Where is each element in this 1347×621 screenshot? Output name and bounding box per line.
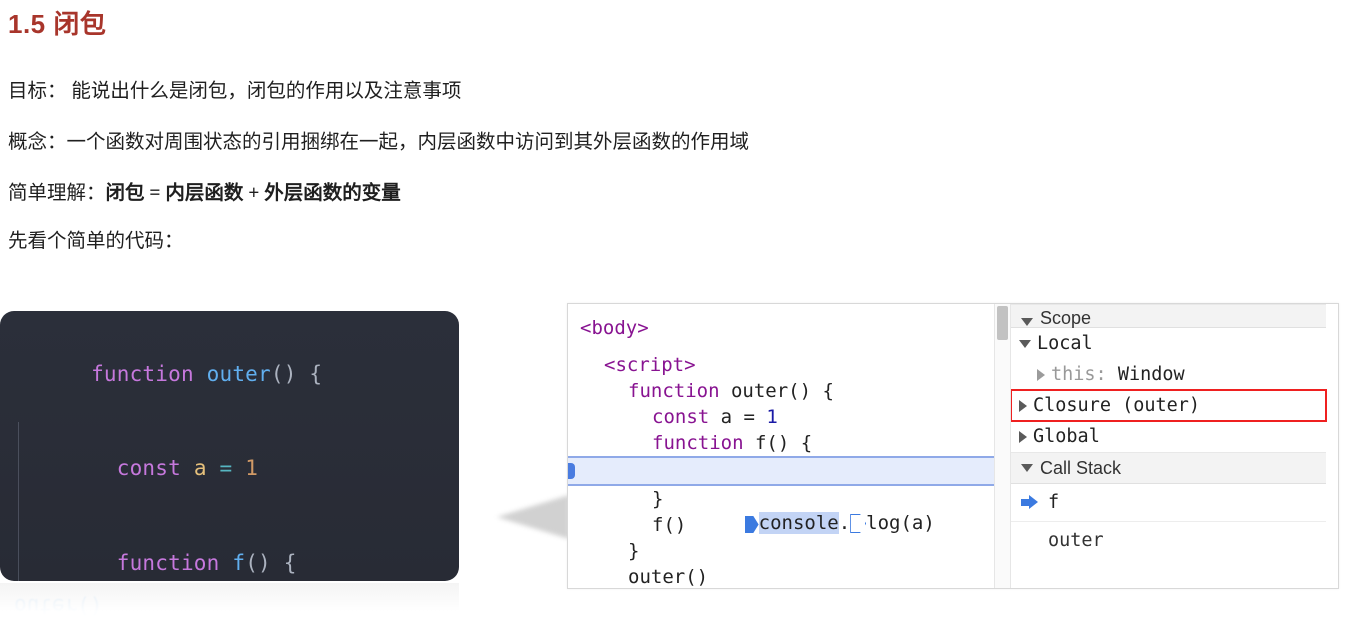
call-stack-section-header[interactable]: Call Stack — [1011, 452, 1326, 484]
paragraph-emphasis: 闭包 = 内层函数 + 外层函数的变量 — [105, 183, 401, 204]
code-token-keyword: function — [116, 550, 233, 575]
source-line[interactable]: const a = 1 — [568, 404, 994, 430]
call-stack-frame-active[interactable]: f — [1011, 484, 1326, 522]
source-token-plain: f() — [652, 514, 687, 536]
source-token-plain: } — [628, 540, 640, 562]
scope-row-global[interactable]: Global — [1011, 421, 1326, 452]
scrollbar-thumb[interactable] — [997, 306, 1008, 340]
code-token-number: 1 — [245, 456, 259, 480]
source-line[interactable]: <body> — [568, 304, 994, 352]
scope-row-label: Local — [1037, 333, 1093, 354]
code-token-keyword: const — [116, 456, 194, 480]
code-card-reflection: outer() — [0, 583, 459, 621]
scope-row-label: Closure (outer) — [1033, 395, 1201, 416]
devtools-panel: <body> <script> function outer() { const… — [567, 303, 1339, 589]
scope-header-label: Scope — [1040, 308, 1092, 328]
execution-pointer-icon — [568, 463, 575, 479]
source-token-plain: outer() — [628, 566, 709, 588]
code-line: const a = 1 — [14, 421, 459, 517]
source-line[interactable]: f() — [568, 512, 994, 538]
paragraph-simple-understanding: 简单理解：闭包 = 内层函数 + 外层函数的变量 — [8, 182, 401, 205]
code-line: function f() { — [14, 516, 459, 581]
reflection-fade-overlay — [0, 583, 459, 621]
devtools-sources-pane[interactable]: <body> <script> function outer() { const… — [568, 304, 994, 588]
call-stack-header-label: Call Stack — [1040, 458, 1122, 478]
paragraph-code-intro: 先看个简单的代码： — [8, 230, 184, 253]
scope-row-closure[interactable]: Closure (outer) — [1011, 389, 1327, 422]
source-token-tag: <body> — [580, 317, 649, 339]
code-token-function-name: outer — [206, 361, 271, 386]
code-snippet-card: function outer() { const a = 1 function … — [0, 311, 459, 581]
paragraph-concept: 概念：一个函数对周围状态的引用捆绑在一起，内层函数中访问到其外层函数的作用域 — [8, 131, 749, 154]
pointer-shadow-triangle — [497, 495, 569, 539]
code-token-variable: a — [193, 456, 207, 480]
code-token-punct: () { — [270, 361, 323, 386]
source-line[interactable]: function outer() { — [568, 378, 994, 404]
paragraph-goal: 目标： 能说出什么是闭包，闭包的作用以及注意事项 — [8, 80, 461, 103]
paragraph-text: 目标： 能说出什么是闭包，闭包的作用以及注意事项 — [8, 81, 462, 102]
sources-vertical-scrollbar[interactable] — [994, 304, 1011, 588]
scope-row-this[interactable]: this: Window — [1011, 359, 1326, 390]
source-line[interactable]: } — [568, 486, 994, 512]
page-title: 1.5 闭包 — [8, 9, 107, 39]
chevron-down-icon — [1021, 464, 1033, 472]
chevron-right-icon — [1037, 368, 1045, 381]
paragraph-text: 概念：一个函数对周围状态的引用捆绑在一起，内层函数中访问到其外层函数的作用域 — [8, 132, 750, 153]
source-line[interactable]: outer() — [568, 564, 994, 588]
code-token-operator: = — [206, 456, 246, 480]
source-token-plain: a = — [720, 406, 767, 428]
source-line[interactable]: function f() { — [568, 430, 994, 456]
devtools-sidebar: Scope Local this: Window Closure (outer)… — [1011, 304, 1338, 588]
source-line[interactable]: <script> — [568, 352, 994, 378]
code-line: function outer() { — [14, 327, 459, 422]
scope-row-label: Window — [1117, 364, 1185, 385]
source-token-plain: f() { — [754, 432, 813, 454]
paragraph-text: 先看个简单的代码： — [8, 231, 184, 252]
code-token-punct: () { — [245, 550, 297, 575]
call-stack-frame-label: outer — [1048, 530, 1104, 551]
source-token-plain: } — [652, 488, 664, 510]
paragraph-text: 简单理解： — [8, 183, 106, 204]
call-stack-frame[interactable]: outer — [1011, 522, 1326, 559]
scope-row-prefix: this: — [1051, 364, 1118, 385]
chevron-down-icon — [1021, 318, 1033, 326]
chevron-down-icon — [1019, 339, 1031, 348]
scope-row-local[interactable]: Local — [1011, 328, 1326, 359]
code-token-indent — [91, 456, 117, 480]
source-token-tag: <script> — [604, 354, 696, 376]
source-token-number: 1 — [766, 406, 778, 428]
code-token-indent — [91, 551, 117, 575]
scope-section-header[interactable]: Scope — [1011, 304, 1326, 328]
source-line[interactable]: } — [568, 538, 994, 564]
code-token-function-name: f — [232, 550, 246, 575]
call-stack-frame-label: f — [1048, 492, 1060, 513]
code-token-keyword: function — [91, 361, 207, 386]
source-token-keyword: const — [652, 406, 721, 428]
chevron-right-icon — [1019, 399, 1027, 412]
source-token-keyword: function — [628, 380, 731, 402]
source-token-keyword: function — [652, 432, 755, 454]
scope-row-label: Global — [1033, 426, 1100, 447]
source-line-paused[interactable]: console. log(a) — [568, 456, 994, 534]
current-frame-arrow-icon — [1021, 495, 1038, 510]
source-token-plain: outer() { — [730, 380, 834, 402]
code-card-body: function outer() { const a = 1 function … — [0, 311, 459, 581]
chevron-right-icon — [1019, 430, 1027, 443]
